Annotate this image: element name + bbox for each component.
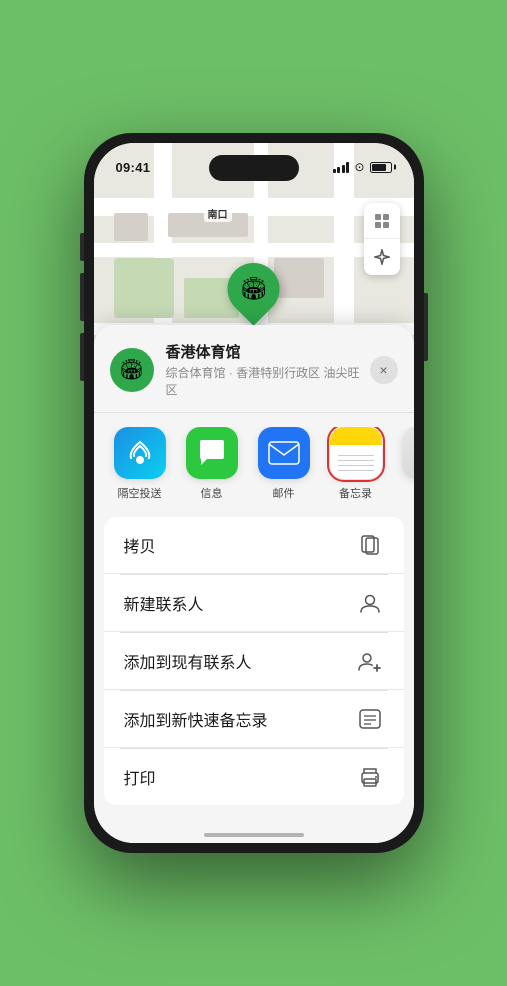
home-indicator [204,833,304,837]
dynamic-island [209,155,299,181]
app-item-messages[interactable]: 信息 [176,427,248,501]
location-info: 香港体育馆 综合体育馆 · 香港特别行政区 油尖旺区 [166,341,370,398]
app-icons-row: 隔空投送 信息 [94,427,414,501]
action-print-label: 打印 [124,765,156,789]
action-list: 拷贝 新建联系人 [104,517,404,805]
volume-down-button[interactable] [80,333,84,381]
action-add-contact-label: 添加到现有联系人 [124,649,252,673]
notes-label: 备忘录 [339,485,372,501]
status-icons: ⊙ [333,160,392,174]
mail-icon [258,427,310,479]
location-app-icon: 🏟 [110,348,154,392]
more-icon [402,427,414,479]
app-item-mail[interactable]: 邮件 [248,427,320,501]
print-icon [356,763,384,791]
messages-icon [186,427,238,479]
action-copy[interactable]: 拷贝 [104,517,404,574]
mute-button[interactable] [80,233,84,261]
battery-icon [370,162,392,173]
map-controls [364,203,400,275]
add-contact-icon [356,647,384,675]
location-card: 🏟 香港体育馆 综合体育馆 · 香港特别行政区 油尖旺区 × [94,341,414,413]
add-notes-icon [356,705,384,733]
action-new-contact[interactable]: 新建联系人 [104,575,404,632]
app-item-more[interactable]: 提 [392,427,414,501]
wifi-icon: ⊙ [354,160,364,174]
close-button[interactable]: × [370,356,398,384]
app-item-notes[interactable]: 备忘录 [320,427,392,501]
power-button[interactable] [424,293,428,361]
action-add-notes[interactable]: 添加到新快速备忘录 [104,691,404,748]
phone-screen: 09:41 ⊙ [94,143,414,843]
location-subtitle: 综合体育馆 · 香港特别行政区 油尖旺区 [166,364,370,398]
copy-icon [356,531,384,559]
notes-icon [330,427,382,479]
action-new-contact-label: 新建联系人 [124,591,204,615]
status-time: 09:41 [116,160,151,175]
messages-label: 信息 [201,485,223,501]
new-contact-icon [356,589,384,617]
action-copy-label: 拷贝 [124,533,156,557]
airdrop-icon [114,427,166,479]
notes-lines [338,455,374,472]
pin-icon: 🏟 [217,252,291,326]
share-sheet: 🏟 香港体育馆 综合体育馆 · 香港特别行政区 油尖旺区 × [94,325,414,843]
action-add-notes-label: 添加到新快速备忘录 [124,707,268,731]
phone-frame: 09:41 ⊙ [84,133,424,853]
volume-up-button[interactable] [80,273,84,321]
signal-icon [333,162,350,173]
airdrop-label: 隔空投送 [118,485,162,501]
location-name: 香港体育馆 [166,341,370,362]
action-add-contact[interactable]: 添加到现有联系人 [104,633,404,690]
mail-label: 邮件 [273,485,295,501]
map-label: 南口 [204,205,232,222]
action-print[interactable]: 打印 [104,749,404,805]
location-button[interactable] [364,239,400,275]
app-item-airdrop[interactable]: 隔空投送 [104,427,176,501]
map-type-button[interactable] [364,203,400,239]
